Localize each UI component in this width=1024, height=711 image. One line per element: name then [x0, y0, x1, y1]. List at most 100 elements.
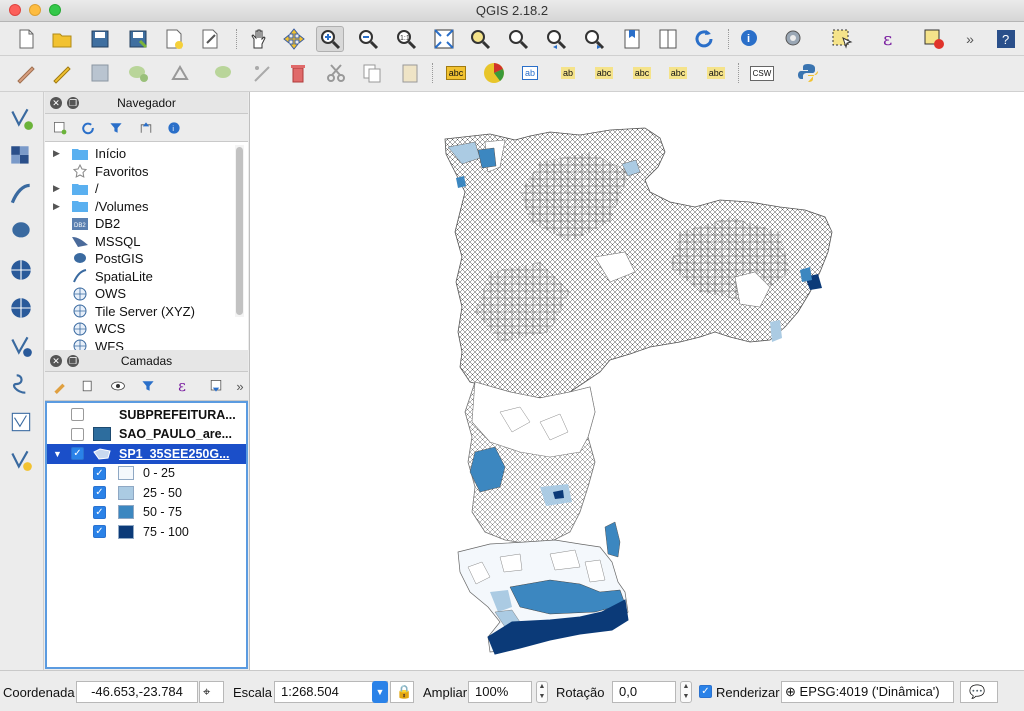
- rotation-field[interactable]: 0,0: [612, 681, 676, 703]
- legend-item[interactable]: ✓ 0 - 25: [47, 464, 246, 484]
- open-project-icon[interactable]: [48, 26, 76, 52]
- legend-item[interactable]: ✓ 25 - 50: [47, 483, 246, 503]
- expand-arrow-icon[interactable]: ▶: [53, 183, 65, 194]
- float-layers-panel-icon[interactable]: ❐: [67, 355, 79, 367]
- zoom-to-selection-icon[interactable]: [466, 26, 494, 52]
- move-label-icon[interactable]: abc: [628, 60, 656, 86]
- minimize-window-button[interactable]: [29, 4, 41, 16]
- layer-styling-icon[interactable]: [49, 376, 71, 396]
- coordinate-field[interactable]: -46.653,-23.784: [76, 681, 198, 703]
- browser-item[interactable]: OWS: [45, 285, 235, 303]
- browser-item[interactable]: Tile Server (XYZ): [45, 303, 235, 321]
- add-spatialite-icon[interactable]: [4, 178, 38, 210]
- legend-item[interactable]: ✓ 75 - 100: [47, 522, 246, 542]
- node-tool-icon[interactable]: [210, 60, 238, 86]
- close-panel-icon[interactable]: ✕: [50, 97, 62, 109]
- legend-checkbox[interactable]: ✓: [93, 505, 106, 519]
- lock-scale-icon[interactable]: 🔒: [390, 681, 414, 703]
- identify-icon[interactable]: i: [736, 26, 764, 52]
- filter-browser-icon[interactable]: [105, 118, 127, 138]
- new-print-composer-icon[interactable]: [160, 26, 188, 52]
- help-icon[interactable]: ?: [992, 26, 1020, 52]
- new-shapefile-icon[interactable]: [4, 444, 38, 476]
- label-settings-icon[interactable]: ab: [516, 60, 544, 86]
- filter-legend-icon[interactable]: [137, 376, 159, 396]
- current-edits-icon[interactable]: [12, 60, 40, 86]
- zoom-last-icon[interactable]: [542, 26, 570, 52]
- refresh-icon[interactable]: [690, 26, 718, 52]
- style-manager-icon[interactable]: [480, 60, 508, 86]
- add-wms-icon[interactable]: [4, 254, 38, 286]
- map-canvas[interactable]: [249, 92, 1024, 670]
- toggle-editing-icon[interactable]: [48, 60, 76, 86]
- properties-icon[interactable]: i: [163, 118, 185, 138]
- trash-icon[interactable]: [284, 60, 312, 86]
- magnifier-stepper[interactable]: ▲ ▼: [536, 681, 548, 703]
- save-project-icon[interactable]: [86, 26, 114, 52]
- filter-expression-icon[interactable]: ε: [171, 376, 193, 396]
- add-virtual-layer-icon[interactable]: [4, 406, 38, 438]
- change-label-icon[interactable]: abc: [702, 60, 730, 86]
- zoom-to-layer-icon[interactable]: [504, 26, 532, 52]
- close-window-button[interactable]: [9, 4, 21, 16]
- expand-arrow-icon[interactable]: ▶: [53, 201, 65, 212]
- more-icon[interactable]: »: [956, 26, 984, 52]
- csw-icon[interactable]: CSW: [748, 60, 776, 86]
- add-group-icon[interactable]: [77, 376, 99, 396]
- rotation-stepper[interactable]: ▲ ▼: [680, 681, 692, 703]
- rotate-label-icon[interactable]: abc: [664, 60, 692, 86]
- paste-features-icon[interactable]: [396, 60, 424, 86]
- legend-checkbox[interactable]: ✓: [93, 466, 106, 480]
- maximize-window-button[interactable]: [49, 4, 61, 16]
- select-features-icon[interactable]: [828, 26, 856, 52]
- select-expression-icon[interactable]: ε: [878, 26, 906, 52]
- python-console-icon[interactable]: [794, 60, 822, 86]
- add-feature-icon[interactable]: [124, 60, 152, 86]
- scale-field[interactable]: 1:268.504: [274, 681, 388, 703]
- composer-manager-icon[interactable]: [196, 26, 224, 52]
- zoom-out-icon[interactable]: [354, 26, 382, 52]
- more-layer-tools-icon[interactable]: »: [229, 376, 251, 396]
- browser-scrollbar[interactable]: [235, 145, 244, 317]
- browser-item[interactable]: WCS: [45, 320, 235, 338]
- add-selected-layers-icon[interactable]: [49, 118, 71, 138]
- legend-checkbox[interactable]: ✓: [93, 525, 106, 539]
- save-edits-icon[interactable]: [86, 60, 114, 86]
- magnifier-field[interactable]: 100%: [468, 681, 532, 703]
- layer-visibility-checkbox[interactable]: [71, 408, 84, 422]
- collapse-all-icon[interactable]: [135, 118, 157, 138]
- save-as-icon[interactable]: [124, 26, 152, 52]
- add-postgis-icon[interactable]: [4, 216, 38, 248]
- collapse-arrow-icon[interactable]: ▼: [47, 449, 71, 459]
- pan-to-selection-icon[interactable]: [280, 26, 308, 52]
- legend-item[interactable]: ✓ 50 - 75: [47, 503, 246, 523]
- render-checkbox[interactable]: ✓: [699, 685, 712, 698]
- show-hide-labels-icon[interactable]: abc: [590, 60, 618, 86]
- close-layers-panel-icon[interactable]: ✕: [50, 355, 62, 367]
- crs-button[interactable]: ⊕ EPSG:4019 ('Dinâmica'): [781, 681, 954, 703]
- layer-row[interactable]: SUBPREFEITURA...: [47, 405, 246, 425]
- scale-dropdown-icon[interactable]: ▼: [372, 681, 388, 703]
- add-raster-layer-icon[interactable]: [4, 140, 38, 172]
- layer-row[interactable]: ▼ ✓ SP1_35SEE250G...: [47, 444, 246, 464]
- legend-checkbox[interactable]: ✓: [93, 486, 106, 500]
- new-project-icon[interactable]: [12, 26, 40, 52]
- add-delimited-text-icon[interactable]: [4, 368, 38, 400]
- messages-icon[interactable]: 💬: [960, 681, 998, 703]
- run-action-icon[interactable]: [780, 26, 808, 52]
- expand-arrow-icon[interactable]: ▶: [53, 148, 65, 159]
- browser-item[interactable]: SpatiaLite: [45, 268, 235, 286]
- browser-item[interactable]: DB2 DB2: [45, 215, 235, 233]
- layer-visibility-checkbox[interactable]: ✓: [71, 447, 84, 461]
- browser-item[interactable]: WFS: [45, 338, 235, 350]
- deselect-icon[interactable]: [920, 26, 948, 52]
- browser-item[interactable]: MSSQL: [45, 233, 235, 251]
- new-bookmark-icon[interactable]: [618, 26, 646, 52]
- browser-item[interactable]: PostGIS: [45, 250, 235, 268]
- browser-item[interactable]: ▶ /: [45, 180, 235, 198]
- float-panel-icon[interactable]: ❐: [67, 97, 79, 109]
- toggle-extents-icon[interactable]: ⌖: [199, 681, 224, 703]
- add-vector-layer-icon[interactable]: [4, 102, 38, 134]
- expand-all-icon[interactable]: [205, 376, 227, 396]
- label-tool-icon[interactable]: abc: [442, 60, 470, 86]
